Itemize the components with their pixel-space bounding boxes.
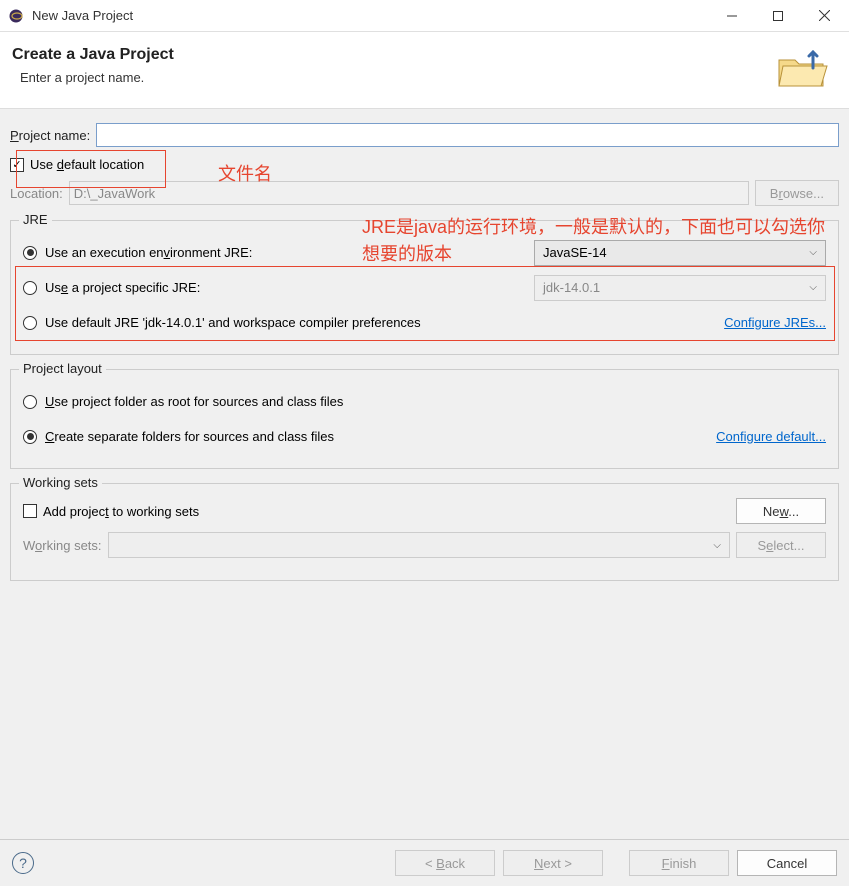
cancel-button[interactable]: Cancel	[737, 850, 837, 876]
finish-button: Finish	[629, 850, 729, 876]
next-button: Next >	[503, 850, 603, 876]
add-to-working-sets-label: Add project to working sets	[43, 504, 199, 519]
back-button: < Back	[395, 850, 495, 876]
configure-default-link[interactable]: Configure default...	[716, 429, 826, 444]
chevron-down-icon: ⌵	[713, 540, 721, 551]
project-specific-select: jdk-14.0.1 ⌵	[534, 275, 826, 301]
radio-project-specific-label: Use a project specific JRE:	[45, 280, 200, 295]
page-subtitle: Enter a project name.	[20, 70, 775, 85]
jre-group: JRE Use an execution environment JRE: Ja…	[10, 220, 839, 355]
radio-separate-folders-label: Create separate folders for sources and …	[45, 429, 334, 444]
radio-root-folder-label: Use project folder as root for sources a…	[45, 394, 343, 409]
radio-default-jre-label: Use default JRE 'jdk-14.0.1' and workspa…	[45, 315, 421, 330]
chevron-down-icon: ⌵	[809, 247, 817, 258]
new-working-set-button[interactable]: New...	[736, 498, 826, 524]
working-sets-legend: Working sets	[19, 475, 102, 490]
help-icon[interactable]: ?	[12, 852, 34, 874]
page-title: Create a Java Project	[12, 46, 775, 64]
radio-separate-folders[interactable]	[23, 430, 37, 444]
jre-legend: JRE	[19, 212, 52, 227]
maximize-button[interactable]	[755, 0, 801, 32]
exec-env-value: JavaSE-14	[543, 245, 607, 260]
project-layout-group: Project layout Use project folder as roo…	[10, 369, 839, 469]
location-label: Location:	[10, 186, 63, 201]
titlebar: New Java Project	[0, 0, 849, 32]
close-button[interactable]	[801, 0, 847, 32]
eclipse-icon	[8, 8, 24, 24]
exec-env-select[interactable]: JavaSE-14 ⌵	[534, 240, 826, 266]
radio-exec-env[interactable]	[23, 246, 37, 260]
radio-root-folder[interactable]	[23, 395, 37, 409]
project-specific-value: jdk-14.0.1	[543, 280, 600, 295]
radio-default-jre[interactable]	[23, 316, 37, 330]
folder-icon	[775, 46, 831, 94]
radio-exec-env-label: Use an execution environment JRE:	[45, 245, 252, 260]
project-layout-legend: Project layout	[19, 361, 106, 376]
working-sets-label: Working sets:	[23, 538, 102, 553]
project-name-label: Project name:	[10, 128, 90, 143]
chevron-down-icon: ⌵	[809, 282, 817, 293]
working-sets-select: ⌵	[108, 532, 730, 558]
select-working-sets-button: Select...	[736, 532, 826, 558]
window-title: New Java Project	[32, 8, 709, 23]
use-default-location-checkbox[interactable]: ✓	[10, 158, 24, 172]
wizard-header: Create a Java Project Enter a project na…	[0, 32, 849, 109]
radio-project-specific[interactable]	[23, 281, 37, 295]
configure-jres-link[interactable]: Configure JREs...	[724, 315, 826, 330]
browse-button: Browse...	[755, 180, 839, 206]
minimize-button[interactable]	[709, 0, 755, 32]
wizard-content: Project name: ✓ Use default location Loc…	[0, 109, 849, 609]
wizard-footer: ? < Back Next > Finish Cancel	[0, 839, 849, 886]
add-to-working-sets-checkbox[interactable]	[23, 504, 37, 518]
use-default-location-label: Use default location	[30, 157, 144, 172]
project-name-input[interactable]	[96, 123, 839, 147]
working-sets-group: Working sets Add project to working sets…	[10, 483, 839, 581]
location-input	[69, 181, 749, 205]
